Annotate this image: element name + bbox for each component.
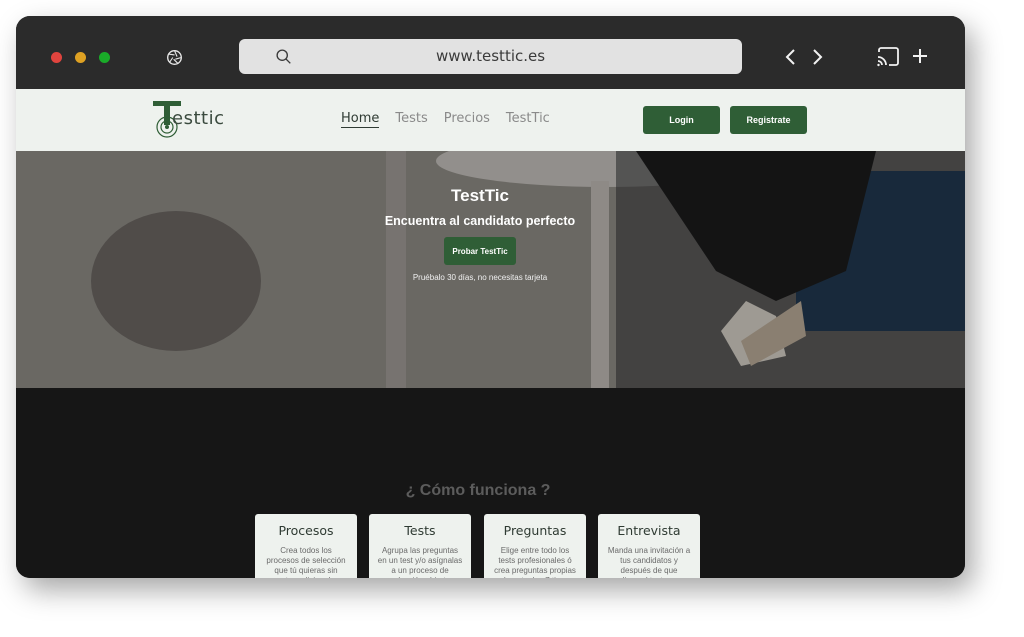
browser-toolbar: www.testtic.es [16,16,965,89]
hero-note: Pruébalo 30 días, no necesitas tarjeta [412,273,548,282]
feature-card-tests: Tests Agrupa las preguntas en un test y/… [369,514,471,578]
hero-subtitle: Encuentra al candidato perfecto [384,214,576,228]
cast-icon[interactable] [876,46,900,68]
nav-testtic[interactable]: TestTic [506,111,550,128]
card-text: Agrupa las preguntas en un test y/o asíg… [377,546,463,578]
back-icon[interactable] [783,48,799,66]
main-nav: Home Tests Precios TestTic [341,111,550,128]
card-text: Manda una invitación a tus candidatos y … [607,546,691,578]
browser-window: www.testtic.es esttic Home Tests Precios… [16,16,965,578]
register-button[interactable]: Registrate [730,106,807,134]
nav-tests[interactable]: Tests [395,111,427,128]
logo-text: esttic [172,108,225,129]
hero-section: TestTic Encuentra al candidato perfecto … [16,151,965,388]
new-tab-icon[interactable] [911,47,929,65]
address-bar[interactable]: www.testtic.es [239,39,742,74]
card-title: Preguntas [503,523,567,538]
maximize-window-button[interactable] [99,52,110,63]
forward-icon[interactable] [809,48,825,66]
nav-precios[interactable]: Precios [444,111,490,128]
site-header: esttic Home Tests Precios TestTic Login … [16,89,965,151]
privacy-aperture-icon[interactable] [166,49,183,66]
nav-home[interactable]: Home [341,111,380,128]
close-window-button[interactable] [51,52,62,63]
try-testtic-button[interactable]: Probar TestTic [444,237,516,265]
section-title: ¿ Cómo funciona ? [405,482,551,499]
login-button[interactable]: Login [643,106,720,134]
how-it-works-section: ¿ Cómo funciona ? Procesos Crea todos lo… [16,388,965,578]
feature-card-entrevista: Entrevista Manda una invitación a tus ca… [598,514,700,578]
minimize-window-button[interactable] [75,52,86,63]
card-title: Tests [404,523,436,538]
feature-card-preguntas: Preguntas Elige entre todo los tests pro… [484,514,586,578]
feature-card-procesos: Procesos Crea todos los procesos de sele… [255,514,357,578]
testtic-logo[interactable]: esttic [152,99,224,139]
card-title: Entrevista [617,523,681,538]
url-text: www.testtic.es [435,47,546,65]
card-text: Crea todos los procesos de selección que… [266,546,346,578]
card-text: Elige entre todo los tests profesionales… [494,546,576,578]
card-title: Procesos [278,523,334,538]
hero-title: TestTic [451,186,509,205]
